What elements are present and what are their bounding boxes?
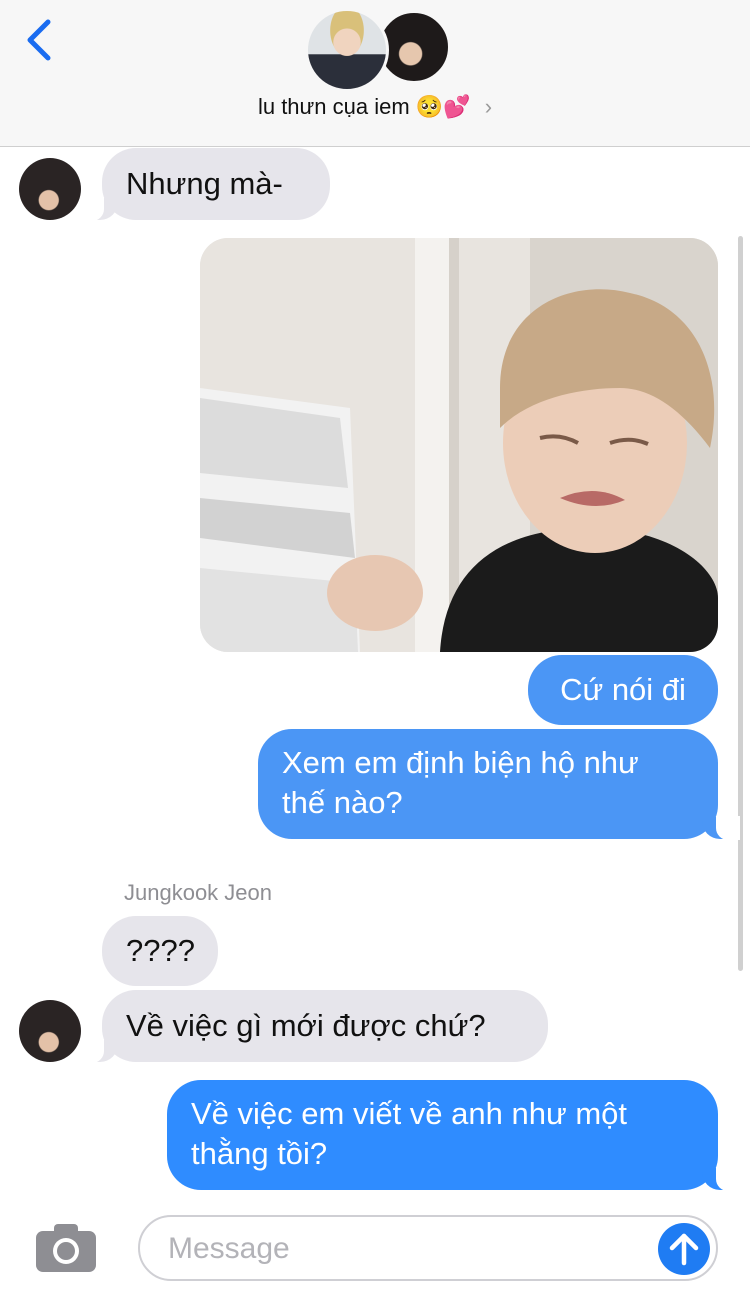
message-text-line: Xem em định biện hộ như [282, 745, 639, 780]
avatar [305, 8, 389, 92]
message-text-line: thằng tồi? [191, 1136, 328, 1171]
scrollbar[interactable] [738, 236, 743, 971]
incoming-message-bubble[interactable]: Nhưng mà- [80, 148, 330, 221]
chevron-right-icon: › [484, 94, 493, 119]
outgoing-message-bubble[interactable]: Về việc em viết về anh như một thằng tồi… [167, 1080, 740, 1191]
message-text: ???? [126, 933, 195, 968]
conversation-title-text: lu thưn cụa iem [257, 94, 410, 119]
message-text: Về việc gì mới được chứ? [126, 1008, 486, 1043]
message-input-container[interactable] [138, 1215, 718, 1281]
conversation-title[interactable]: lu thưn cụa iem 🥺💕 › [0, 94, 750, 120]
message-text: Nhưng mà- [126, 166, 283, 201]
meme-photo [200, 238, 718, 652]
outgoing-message-bubble[interactable]: Cứ nói đi [528, 655, 718, 725]
outgoing-message-bubble[interactable]: Xem em định biện hộ như thế nào? [258, 729, 740, 840]
message-text-line: Về việc em viết về anh như một [191, 1096, 628, 1131]
title-emojis: 🥺💕 [415, 95, 471, 120]
camera-button[interactable] [34, 1222, 98, 1274]
chevron-left-icon [27, 19, 51, 61]
sender-avatar[interactable] [19, 1000, 81, 1062]
message-text-line: thế nào? [282, 785, 403, 820]
send-button[interactable] [658, 1223, 710, 1275]
back-button[interactable] [22, 16, 62, 64]
sender-name: Jungkook Jeon [124, 880, 272, 905]
conversation-header: lu thưn cụa iem 🥺💕 › [0, 0, 750, 147]
message-input[interactable] [166, 1225, 640, 1273]
photo-message[interactable] [200, 238, 718, 652]
group-avatars[interactable] [305, 8, 451, 92]
message-text: Cứ nói đi [560, 672, 686, 707]
incoming-message-bubble[interactable]: ???? [102, 916, 218, 986]
sender-avatar[interactable] [19, 158, 81, 220]
arrow-up-icon [669, 1233, 699, 1266]
camera-icon [36, 1224, 96, 1272]
incoming-message-bubble[interactable]: Về việc gì mới được chứ? [80, 990, 548, 1063]
